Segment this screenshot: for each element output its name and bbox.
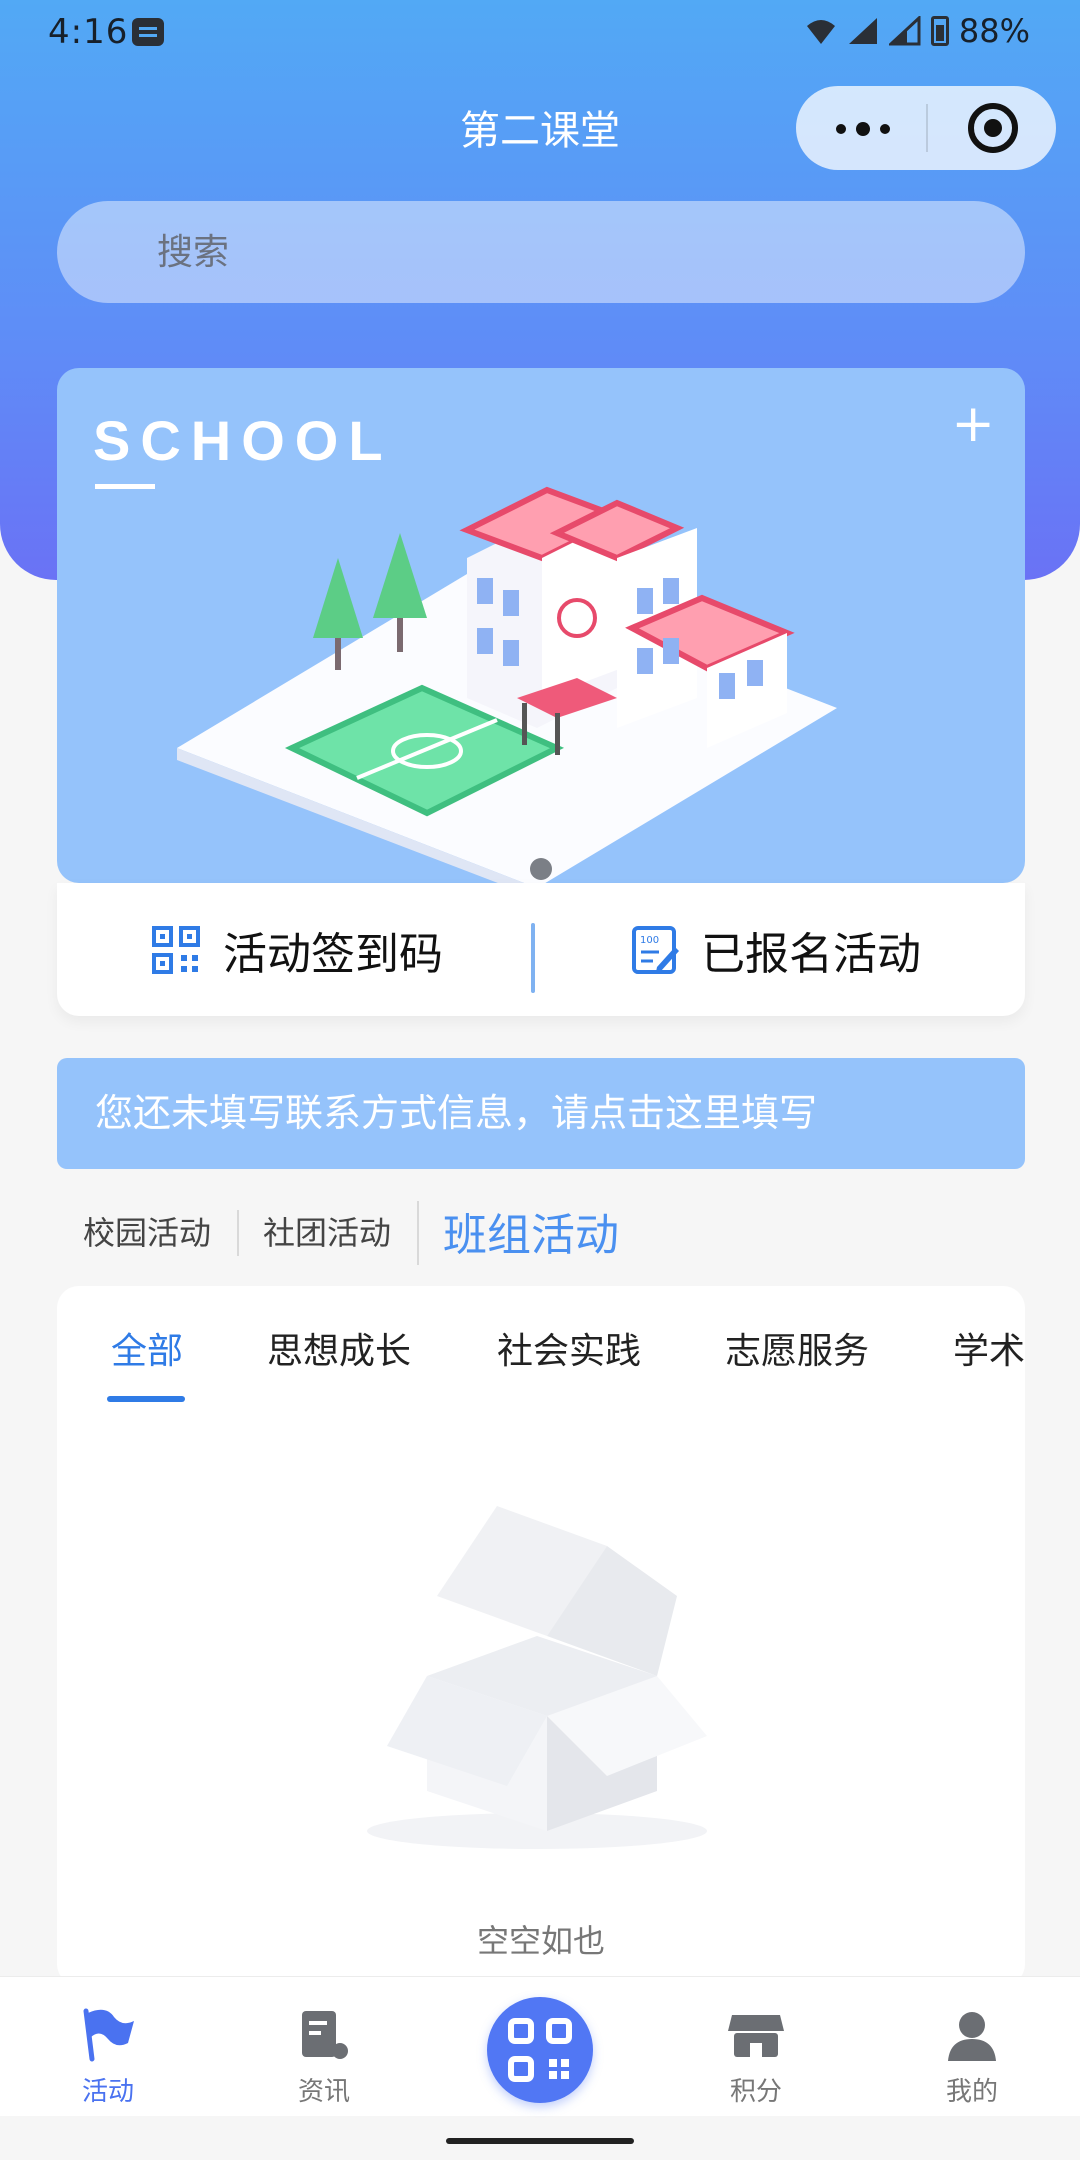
category-tab-campus[interactable]: 校园活动 (57, 1208, 237, 1254)
sub-tab-thought[interactable]: 思想成长 (267, 1322, 411, 1374)
registered-activities-button[interactable]: 100 已报名活动 (631, 883, 921, 1016)
home-indicator (446, 2138, 634, 2144)
mini-program-capsule (796, 86, 1056, 170)
scan-button[interactable] (487, 1997, 593, 2103)
qr-code-icon (152, 925, 200, 974)
banner-underline (95, 484, 155, 489)
empty-box-icon (367, 1506, 707, 1849)
active-tab-indicator (107, 1396, 185, 1402)
school-banner[interactable]: SCHOOL + (57, 368, 1025, 883)
search-bar[interactable] (57, 201, 1025, 303)
tab-news[interactable]: 资讯 (216, 1977, 432, 2117)
cell-signal-icon (848, 18, 877, 44)
checkin-code-label: 活动签到码 (223, 928, 443, 980)
registered-list-icon: 100 (632, 925, 679, 974)
sub-tab-practice[interactable]: 社会实践 (497, 1322, 641, 1374)
checkin-code-button[interactable]: 活动签到码 (151, 883, 443, 1016)
status-icons: 88% (805, 12, 1030, 50)
tab-news-label: 资讯 (297, 2077, 350, 2107)
person-icon (948, 2012, 996, 2061)
quick-actions: 活动签到码 100 已报名活动 (57, 883, 1025, 1016)
flag-icon (83, 2008, 134, 2062)
sub-tab-all[interactable]: 全部 (111, 1322, 183, 1374)
plus-icon: + (951, 394, 995, 454)
qr-scan-icon (508, 2018, 572, 2082)
quick-actions-divider (531, 923, 535, 993)
cell-signal-2-icon (888, 16, 921, 46)
target-icon[interactable] (968, 103, 1018, 153)
registered-activities-label: 已报名活动 (701, 928, 921, 980)
sub-tab-volunteer[interactable]: 志愿服务 (725, 1322, 869, 1374)
category-tab-club[interactable]: 社团活动 (237, 1208, 417, 1256)
tab-activity[interactable]: 活动 (0, 1977, 216, 2117)
tab-mine-label: 我的 (945, 2077, 998, 2107)
activity-list-panel: 全部 思想成长 社会实践 志愿服务 学术 空空如也 (57, 1286, 1025, 1986)
wifi-icon (806, 20, 835, 44)
news-icon (302, 2011, 348, 2059)
battery-percent: 88% (958, 12, 1030, 50)
status-time: 4:16 (48, 12, 129, 52)
category-tab-class[interactable]: 班组活动 (417, 1199, 645, 1265)
contact-info-notice[interactable]: 您还未填写联系方式信息，请点击这里填写 (57, 1058, 1025, 1169)
banner-brand-text: SCHOOL (93, 409, 393, 472)
store-icon (728, 2015, 784, 2057)
svg-text:100: 100 (640, 935, 659, 946)
status-bar: 4:16 88% (0, 0, 1080, 64)
sub-tabs: 全部 思想成长 社会实践 志愿服务 学术 (57, 1286, 1025, 1406)
sub-tab-academic[interactable]: 学术 (953, 1322, 1025, 1374)
message-notification-icon (132, 18, 164, 46)
empty-state-text: 空空如也 (476, 1922, 605, 1960)
battery-icon (930, 16, 949, 46)
carousel-indicator[interactable] (530, 858, 552, 880)
category-tabs: 校园活动 社团活动 班组活动 (57, 1196, 1025, 1266)
tab-mine[interactable]: 我的 (864, 1977, 1080, 2117)
tab-points[interactable]: 积分 (648, 1977, 864, 2117)
tab-points-label: 积分 (729, 2077, 782, 2107)
tab-activity-label: 活动 (81, 2077, 134, 2107)
more-icon[interactable] (832, 110, 928, 146)
search-input[interactable] (157, 201, 977, 303)
capsule-divider (926, 104, 928, 152)
